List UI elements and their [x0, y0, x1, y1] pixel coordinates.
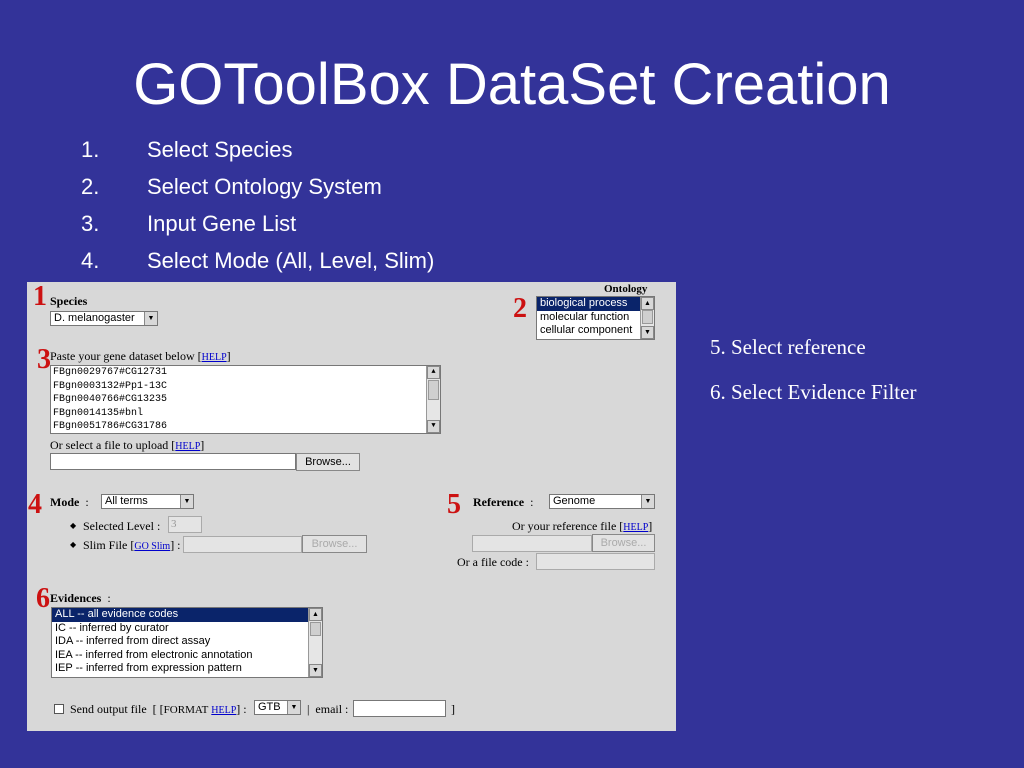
step-number: 4.: [81, 248, 100, 273]
scroll-up-icon[interactable]: ▲: [641, 297, 654, 310]
scroll-down-icon[interactable]: ▼: [641, 326, 654, 339]
gene-line: FBgn0003132#Pp1-13C: [53, 380, 168, 392]
species-value: D. melanogaster: [54, 312, 135, 324]
evidence-option[interactable]: IEP -- inferred from expression pattern: [52, 662, 322, 676]
step-text: Input Gene List: [147, 211, 297, 236]
send-output-label: Send output file [ [FORMAT HELP] :: [70, 702, 247, 716]
species-label: Species: [50, 294, 88, 308]
format-help-link[interactable]: HELP: [211, 705, 236, 716]
reference-help-link[interactable]: HELP: [623, 522, 648, 533]
scroll-thumb[interactable]: [642, 310, 653, 324]
reference-file-input[interactable]: [472, 535, 592, 552]
email-input[interactable]: [353, 700, 446, 717]
gene-list-scrollbar[interactable]: ▲ ▼: [426, 366, 440, 433]
evidence-option[interactable]: IEA -- inferred from electronic annotati…: [52, 649, 322, 663]
ontology-option[interactable]: biological process: [537, 297, 654, 311]
go-slim-link[interactable]: GO Slim: [134, 541, 170, 552]
step-number: 2.: [81, 174, 100, 199]
bullet-icon: ◆: [70, 540, 77, 549]
gene-list-help-link[interactable]: HELP: [202, 352, 227, 363]
gene-line: FBgn0051786#CG31786: [53, 421, 168, 432]
step-number: 1.: [81, 137, 100, 162]
bullet-icon: ◆: [70, 521, 77, 530]
dropdown-arrow-icon[interactable]: ▼: [287, 701, 300, 714]
note-select-evidence-filter: 6. Select Evidence Filter: [710, 380, 917, 404]
dropdown-arrow-icon[interactable]: ▼: [144, 312, 157, 325]
gene-line: FBgn0040766#CG13235: [53, 394, 168, 405]
selected-level-label: Selected Level :: [83, 519, 161, 533]
mode-select[interactable]: All terms ▼: [101, 494, 194, 509]
scroll-down-icon[interactable]: ▼: [309, 664, 322, 677]
step-number: 3.: [81, 211, 100, 236]
slide-title: GOToolBox DataSet Creation: [133, 52, 891, 117]
scroll-down-icon[interactable]: ▼: [427, 420, 440, 433]
ontology-label: Ontology: [604, 283, 648, 295]
badge-1: 1: [33, 282, 47, 312]
species-select[interactable]: D. melanogaster ▼: [50, 311, 158, 326]
email-label: | email :: [307, 702, 349, 716]
scroll-up-icon[interactable]: ▲: [427, 366, 440, 379]
slim-file-input[interactable]: [183, 536, 302, 553]
evidence-option[interactable]: IDA -- inferred from direct assay: [52, 635, 322, 649]
step-text: Select Species: [147, 137, 293, 162]
dropdown-arrow-icon[interactable]: ▼: [180, 495, 193, 508]
step-text: Select Mode (All, Level, Slim): [147, 248, 435, 273]
scroll-up-icon[interactable]: ▲: [309, 608, 322, 621]
selected-level-input[interactable]: 3: [168, 516, 202, 533]
ontology-listbox[interactable]: biological process molecular function ce…: [536, 296, 655, 340]
reference-label: Reference :: [473, 495, 534, 509]
badge-5: 5: [447, 489, 461, 520]
mode-label: Mode :: [50, 495, 89, 509]
ontology-option[interactable]: molecular function: [537, 311, 654, 325]
reference-browse-button[interactable]: Browse...: [592, 534, 655, 552]
format-select[interactable]: GTB ▼: [254, 700, 301, 715]
evidences-listbox[interactable]: ALL -- all evidence codes IC -- inferred…: [51, 607, 323, 678]
scroll-thumb[interactable]: [428, 380, 439, 400]
ontology-option[interactable]: cellular component: [537, 324, 654, 338]
slim-browse-button[interactable]: Browse...: [302, 535, 367, 553]
file-code-label: Or a file code :: [457, 555, 529, 569]
ontology-scrollbar[interactable]: ▲ ▼: [640, 297, 654, 339]
gene-list-label: Paste your gene dataset below [HELP]: [50, 349, 231, 363]
dataset-form-screenshot: 1 2 3 4 5 6 Species D. melanogaster ▼ On…: [27, 282, 676, 731]
mode-value: All terms: [105, 495, 148, 507]
evidence-option[interactable]: IC -- inferred by curator: [52, 622, 322, 636]
step-text: Select Ontology System: [147, 174, 382, 199]
evidences-label: Evidences :: [50, 591, 111, 605]
reference-value: Genome: [553, 495, 596, 507]
badge-4: 4: [28, 489, 42, 520]
evidence-option[interactable]: ALL -- all evidence codes: [52, 608, 322, 622]
reference-file-label: Or your reference file [HELP]: [512, 519, 653, 533]
upload-label: Or select a file to upload [HELP]: [50, 438, 205, 452]
format-value: GTB: [258, 701, 281, 713]
evidences-scrollbar[interactable]: ▲ ▼: [308, 608, 322, 677]
badge-6: 6: [36, 583, 50, 614]
upload-file-input[interactable]: [50, 453, 296, 470]
upload-browse-button[interactable]: Browse...: [296, 453, 360, 471]
gene-line: FBgn0029767#CG12731: [53, 367, 168, 378]
upload-help-link[interactable]: HELP: [175, 441, 200, 452]
file-code-input[interactable]: [536, 553, 655, 570]
send-output-checkbox[interactable]: [54, 704, 64, 714]
badge-3: 3: [37, 344, 51, 375]
gene-line: FBgn0014135#bnl: [53, 407, 144, 419]
dropdown-arrow-icon[interactable]: ▼: [641, 495, 654, 508]
gene-list-textarea[interactable]: FBgn0029767#CG12731 FBgn0003132#Pp1-13C …: [50, 365, 441, 434]
scroll-thumb[interactable]: [310, 622, 321, 636]
note-select-reference: 5. Select reference: [710, 335, 866, 359]
closing-bracket: ]: [451, 702, 455, 716]
reference-select[interactable]: Genome ▼: [549, 494, 655, 509]
slim-file-label: Slim File [GO Slim] :: [83, 538, 181, 552]
badge-2: 2: [513, 293, 527, 324]
